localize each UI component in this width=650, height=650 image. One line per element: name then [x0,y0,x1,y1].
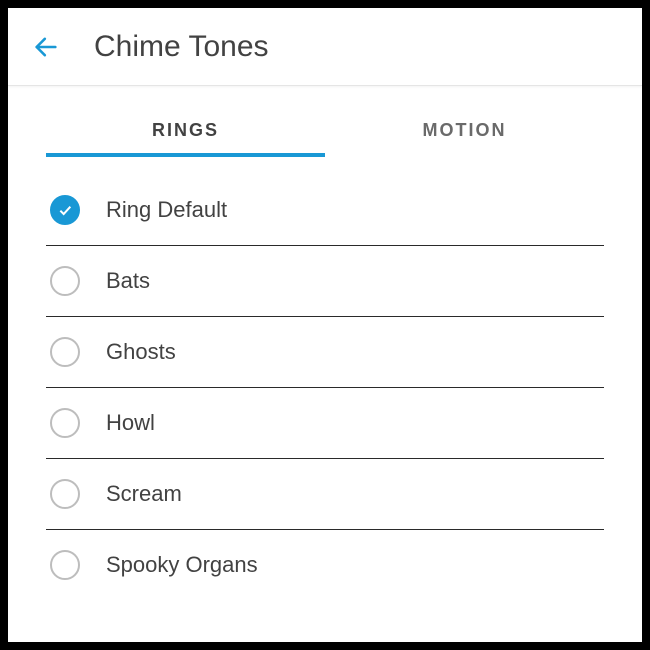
radio-unselected-icon [50,479,80,509]
tone-option[interactable]: Spooky Organs [46,530,604,600]
back-button[interactable] [26,27,66,67]
radio-unselected-icon [50,408,80,438]
page-title: Chime Tones [94,30,269,64]
tone-label: Howl [106,410,155,436]
tabs: RINGS MOTION [46,100,604,157]
tab-rings[interactable]: RINGS [46,100,325,157]
header: Chime Tones [8,8,642,86]
tone-label: Spooky Organs [106,552,258,578]
tone-list: Ring Default Bats Ghosts Howl Scream Spo… [46,175,604,600]
tab-motion[interactable]: MOTION [325,100,604,157]
tone-option[interactable]: Ghosts [46,317,604,388]
content: RINGS MOTION Ring Default Bats Ghosts Ho… [8,86,642,600]
tone-label: Ring Default [106,197,227,223]
radio-selected-icon [50,195,80,225]
radio-unselected-icon [50,550,80,580]
tone-option[interactable]: Bats [46,246,604,317]
radio-unselected-icon [50,337,80,367]
tone-label: Ghosts [106,339,176,365]
arrow-left-icon [32,33,60,61]
app-frame: Chime Tones RINGS MOTION Ring Default Ba… [0,0,650,650]
tone-option[interactable]: Scream [46,459,604,530]
radio-unselected-icon [50,266,80,296]
tone-option[interactable]: Howl [46,388,604,459]
tone-option[interactable]: Ring Default [46,175,604,246]
tone-label: Bats [106,268,150,294]
tone-label: Scream [106,481,182,507]
